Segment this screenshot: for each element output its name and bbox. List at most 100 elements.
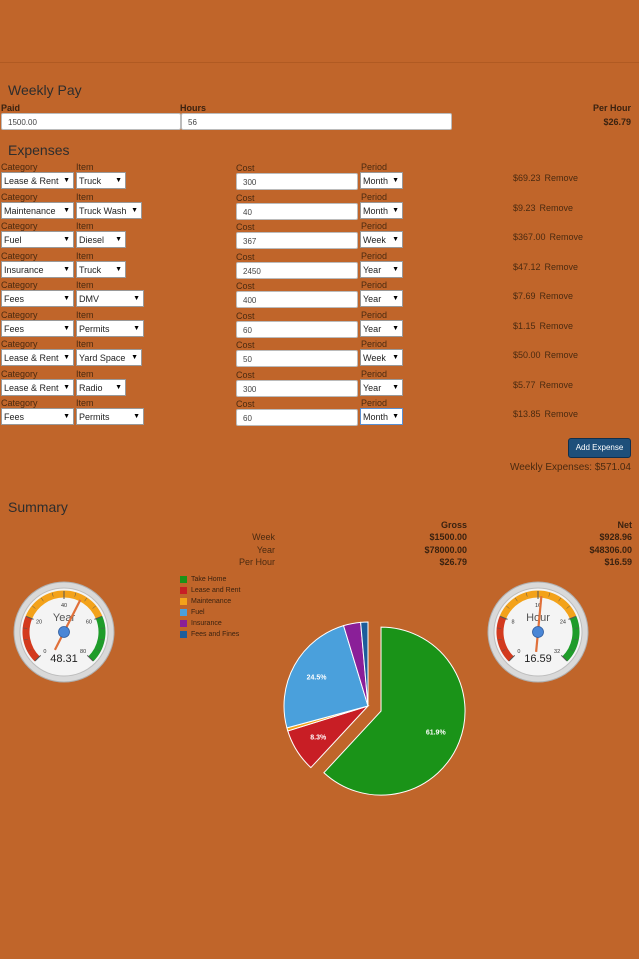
legend-item: Insurance [180, 618, 240, 629]
cost-input[interactable]: 60 [236, 409, 358, 426]
item-value: Truck [79, 264, 102, 275]
per-hour-value: $26.79 [603, 117, 631, 127]
category-label: Category [1, 368, 38, 379]
period-select[interactable]: Month ▼ [360, 172, 403, 189]
cost-input[interactable]: 300 [236, 173, 358, 190]
remove-link[interactable]: Remove [550, 232, 584, 242]
paid-label: Paid [1, 103, 21, 113]
item-select[interactable]: Truck ▼ [76, 260, 126, 278]
item-select[interactable]: Radio ▼ [76, 378, 126, 396]
category-label: Category [1, 191, 38, 202]
item-select[interactable]: Yard Space ▼ [76, 349, 142, 366]
cost-label: Cost [236, 399, 255, 409]
item-select[interactable]: Truck Wash ▼ [76, 201, 142, 219]
gauge-hub [532, 626, 544, 638]
period-select[interactable]: Year ▼ [360, 378, 403, 396]
period-label: Period [361, 221, 388, 231]
item-value: DMV [79, 294, 99, 304]
category-select[interactable]: Fuel ▼ [1, 231, 74, 248]
weekly-cost: $13.85 [513, 409, 541, 419]
period-select[interactable]: Week ▼ [360, 231, 403, 248]
category-select[interactable]: Fees ▼ [1, 290, 74, 307]
cost-input[interactable]: 60 [236, 320, 358, 338]
remove-link[interactable]: Remove [540, 291, 574, 301]
item-value: Diesel [79, 235, 105, 245]
summary-row-label: Week [252, 532, 275, 542]
item-label: Item [76, 339, 94, 349]
dropdown-arrow-icon: ▼ [63, 236, 70, 243]
item-value: Permits [79, 323, 110, 334]
cost-input[interactable]: 400 [236, 291, 358, 308]
dropdown-arrow-icon: ▼ [63, 324, 70, 332]
summary-row-label: Per Hour [238, 557, 275, 567]
remove-link[interactable]: Remove [540, 203, 574, 213]
period-select[interactable]: Week ▼ [360, 349, 403, 366]
dropdown-arrow-icon: ▼ [63, 265, 70, 273]
remove-link[interactable]: Remove [545, 262, 579, 272]
gauge-tick-label: 0 [517, 649, 520, 655]
category-select[interactable]: Insurance ▼ [1, 260, 74, 278]
item-label: Item [76, 221, 94, 231]
item-value: Yard Space [79, 353, 126, 363]
gauge-tick-label: 0 [43, 649, 46, 655]
dropdown-arrow-icon: ▼ [63, 295, 70, 302]
period-value: Month [363, 412, 389, 422]
category-select[interactable]: Fees ▼ [1, 319, 74, 337]
dropdown-arrow-icon: ▼ [133, 295, 140, 302]
cost-input[interactable]: 2450 [236, 261, 358, 279]
remove-link[interactable]: Remove [540, 380, 574, 390]
cost-input[interactable]: 367 [236, 232, 358, 249]
remove-link[interactable]: Remove [545, 173, 579, 183]
category-select[interactable]: Lease & Rent ▼ [1, 349, 74, 366]
dropdown-arrow-icon: ▼ [392, 177, 399, 184]
category-select[interactable]: Lease & Rent ▼ [1, 172, 74, 189]
item-select[interactable]: Permits ▼ [76, 319, 144, 337]
cost-label: Cost [236, 222, 255, 232]
gauge-tick-label: 8 [512, 620, 515, 626]
item-select[interactable]: Truck ▼ [76, 172, 126, 189]
item-select[interactable]: DMV ▼ [76, 290, 144, 307]
weekly-cost: $69.23 [513, 173, 541, 183]
category-label: Category [1, 162, 38, 172]
category-select[interactable]: Fees ▼ [1, 408, 74, 425]
category-select[interactable]: Maintenance ▼ [1, 201, 74, 219]
period-select[interactable]: Month ▼ [360, 408, 403, 425]
gauge-value: 48.31 [50, 653, 78, 665]
category-label: Category [1, 280, 38, 290]
remove-link[interactable]: Remove [545, 409, 579, 419]
cost-label: Cost [236, 281, 255, 291]
period-label: Period [361, 339, 388, 349]
hours-input[interactable]: 56 [181, 113, 452, 130]
period-label: Period [361, 162, 388, 172]
cost-input[interactable]: 300 [236, 379, 358, 397]
period-value: Year [363, 264, 382, 275]
period-select[interactable]: Month ▼ [360, 201, 403, 219]
item-label: Item [76, 250, 94, 261]
legend-label: Insurance [191, 620, 222, 627]
period-select[interactable]: Year ▼ [360, 260, 403, 278]
gauge-tick-label: 60 [86, 620, 92, 626]
item-value: Permits [79, 412, 110, 422]
remove-link[interactable]: Remove [540, 321, 574, 331]
legend-item: Lease and Rent [180, 585, 240, 596]
remove-link[interactable]: Remove [545, 350, 579, 360]
category-select[interactable]: Lease & Rent ▼ [1, 378, 74, 396]
weekly-cost: $367.00 [513, 232, 546, 242]
gauge-tick-label: 24 [560, 620, 566, 626]
cost-input[interactable]: 40 [236, 202, 358, 220]
item-select[interactable]: Permits ▼ [76, 408, 144, 425]
cost-input[interactable]: 50 [236, 350, 358, 367]
dropdown-arrow-icon: ▼ [115, 177, 122, 184]
paid-input[interactable]: 1500.00 [1, 113, 181, 130]
legend-item: Fees and Fines [180, 629, 240, 640]
item-value: Truck [79, 176, 102, 186]
gauge-hub [58, 626, 70, 638]
category-value: Lease & Rent [4, 353, 59, 363]
period-label: Period [361, 250, 388, 261]
item-select[interactable]: Diesel ▼ [76, 231, 126, 248]
period-select[interactable]: Year ▼ [360, 290, 403, 307]
hour-gauge: 08162432Hour16.59 [487, 581, 589, 683]
period-select[interactable]: Year ▼ [360, 319, 403, 337]
gauge-tick-label: 32 [554, 649, 560, 655]
add-expense-button[interactable]: Add Expense [568, 438, 631, 458]
